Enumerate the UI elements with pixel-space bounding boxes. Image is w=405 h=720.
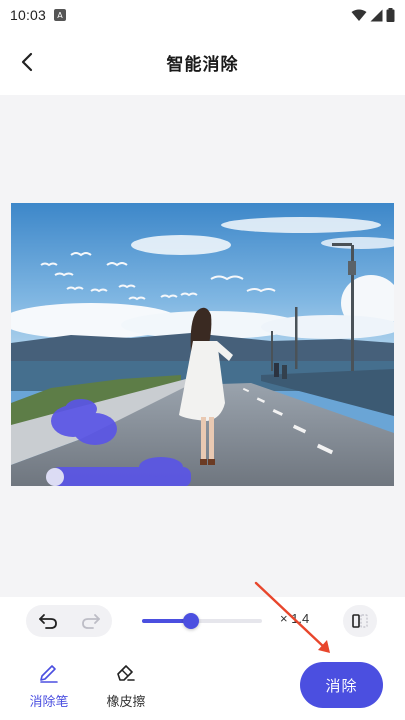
eraser-label: 橡皮擦 [106,695,146,710]
edited-photo[interactable] [11,203,394,486]
slider-thumb[interactable] [183,613,199,629]
brush-size-slider[interactable] [142,613,262,629]
undo-button[interactable] [34,607,62,635]
back-button[interactable] [14,48,40,76]
photo-scene [11,203,394,486]
brush-cursor [46,468,64,486]
app-notification-icon: A [54,9,67,21]
zoom-label: × 1.4 [280,611,310,626]
battery-icon [386,8,395,22]
editing-canvas [0,95,405,597]
erase-button[interactable]: 消除 [300,662,383,708]
pen-icon [36,659,62,685]
page-title: 智能消除 [166,55,239,75]
signal-icon [370,9,383,21]
top-app-bar: 智能消除 [0,30,405,95]
history-group [26,605,112,637]
eraser-icon [113,659,139,685]
compare-button[interactable] [343,605,377,637]
erase-pen-label: 消除笔 [29,695,69,710]
app-screen: 10:03 A 智能消除 × 1.4 消除笔 橡皮擦 消除 [0,0,405,720]
status-time: 10:03 [10,7,47,23]
redo-icon [81,614,100,629]
status-indicators [351,8,395,22]
editing-controls: × 1.4 [0,597,405,645]
eraser-tool[interactable]: 橡皮擦 [96,659,156,710]
erase-pen-tool[interactable]: 消除笔 [19,659,79,710]
redo-button[interactable] [77,607,105,635]
status-bar: 10:03 A [0,0,405,30]
wifi-icon [351,9,367,21]
undo-icon [38,614,57,629]
bottom-toolbar: 消除笔 橡皮擦 消除 [0,645,405,720]
chevron-left-icon [21,52,33,72]
compare-icon [352,614,368,628]
